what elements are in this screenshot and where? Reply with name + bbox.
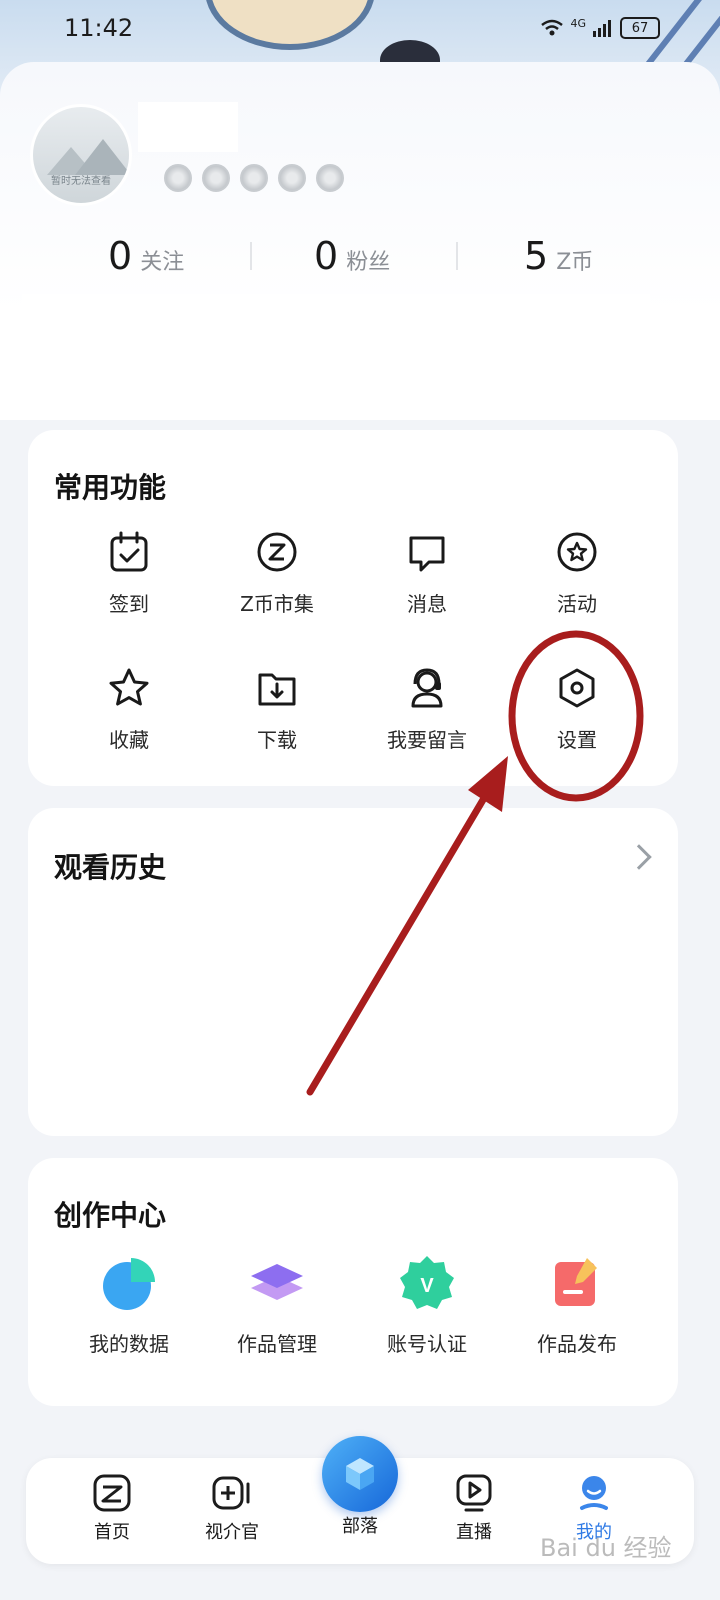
status-icons: 4G 67 [540, 17, 660, 39]
func-messages[interactable]: 消息 [352, 530, 502, 617]
status-time: 11:42 [64, 14, 134, 42]
func-label: 设置 [557, 728, 597, 752]
divider [456, 242, 458, 270]
banner-placeholder [22, 294, 650, 412]
func-label: 作品管理 [237, 1332, 317, 1356]
username-redacted [138, 102, 238, 152]
avatar[interactable]: 暂时无法查看 [30, 104, 132, 206]
battery-icon: 67 [620, 17, 660, 39]
home-z-icon [93, 1474, 131, 1512]
verified-v-icon: V [400, 1256, 454, 1309]
func-favorites[interactable]: 收藏 [54, 666, 204, 753]
pie-chart-icon [103, 1258, 155, 1310]
settings-hexagon-icon [559, 668, 595, 708]
nav-label: 视介官 [205, 1522, 259, 1543]
chevron-right-icon[interactable] [626, 844, 652, 870]
nav-live[interactable]: 直播 [424, 1472, 524, 1544]
section-title: 观看历史 [54, 851, 167, 884]
creator-works-manage[interactable]: 作品管理 [202, 1254, 352, 1357]
func-settings[interactable]: 设置 [502, 666, 652, 753]
profile-icon [580, 1476, 608, 1510]
badge-list [164, 164, 344, 192]
badge-icon[interactable] [202, 164, 230, 192]
nav-tribe-button[interactable] [322, 1436, 398, 1512]
func-label: 签到 [109, 592, 149, 616]
nav-home[interactable]: 首页 [62, 1472, 162, 1544]
network-type: 4G [570, 16, 586, 30]
layers-icon [251, 1264, 303, 1300]
star-icon [109, 668, 149, 706]
stat-label: Z币 [556, 250, 594, 275]
func-label: 账号认证 [387, 1332, 467, 1356]
signal-icon [593, 20, 611, 37]
star-badge-icon [557, 532, 597, 572]
z-coin-icon [257, 532, 297, 572]
creator-my-data[interactable]: 我的数据 [54, 1254, 204, 1357]
section-title: 创作中心 [54, 1199, 167, 1232]
stat-label: 粉丝 [346, 250, 391, 275]
download-folder-icon [258, 673, 296, 706]
badge-icon[interactable] [316, 164, 344, 192]
func-label: 我的数据 [89, 1332, 169, 1356]
stat-label: 关注 [140, 250, 185, 275]
avatar-placeholder-shape [75, 139, 129, 175]
publish-note-icon [555, 1258, 597, 1306]
wifi-icon [541, 19, 564, 36]
stat-value: 0 [108, 234, 133, 278]
badge-icon[interactable] [278, 164, 306, 192]
creator-publish[interactable]: 作品发布 [502, 1254, 652, 1357]
svg-text:V: V [420, 1275, 434, 1297]
status-bar: 11:42 4G 67 [0, 0, 720, 56]
creator-account-verify[interactable]: V 账号认证 [352, 1254, 502, 1357]
battery-level: 67 [631, 20, 649, 36]
func-label: 我要留言 [387, 728, 467, 752]
nav-label: 部落 [342, 1516, 378, 1537]
stat-value: 5 [524, 234, 549, 278]
func-feedback[interactable]: 我要留言 [352, 666, 502, 753]
section-title: 常用功能 [54, 471, 167, 504]
badge-icon[interactable] [240, 164, 268, 192]
func-label: 下载 [257, 728, 297, 752]
func-label: 消息 [407, 592, 447, 616]
headset-icon [411, 668, 443, 708]
func-label: 作品发布 [537, 1332, 617, 1356]
func-signin[interactable]: 签到 [54, 530, 204, 617]
func-zcoin-market[interactable]: Z币市集 [202, 530, 352, 617]
stat-following[interactable]: 0 关注 [108, 234, 184, 278]
creator-center-card: 创作中心 我的数据 作品管理 V 账号认证 作品发布 [28, 1158, 678, 1406]
func-label: Z币市集 [240, 592, 314, 616]
stat-value: 0 [314, 234, 339, 278]
calendar-check-icon [110, 531, 148, 572]
nav-label: 直播 [456, 1522, 492, 1543]
avatar-text: 暂时无法查看 [51, 176, 111, 187]
divider [250, 242, 252, 270]
cube-icon [346, 1458, 374, 1490]
nav-label: 首页 [94, 1522, 130, 1543]
watch-history-card: 观看历史 [28, 808, 678, 1136]
watermark: Bai du 经验 [540, 1534, 672, 1562]
message-icon [409, 536, 445, 572]
func-activities[interactable]: 活动 [502, 530, 652, 617]
stat-fans[interactable]: 0 粉丝 [314, 234, 390, 278]
badge-icon[interactable] [164, 164, 192, 192]
func-downloads[interactable]: 下载 [202, 666, 352, 753]
profile-card: 暂时无法查看 0 关注 0 粉丝 5 Z币 [0, 62, 720, 420]
stat-zcoin[interactable]: 5 Z币 [524, 234, 593, 278]
common-functions-card: 常用功能 签到 Z币市集 消息 活动 收藏 下载 我要留言 设置 [28, 430, 678, 786]
video-add-icon [212, 1476, 250, 1510]
func-label: 活动 [557, 592, 597, 616]
nav-video-officer[interactable]: 视介官 [182, 1472, 282, 1544]
func-label: 收藏 [109, 728, 149, 752]
live-play-icon [456, 1474, 492, 1512]
